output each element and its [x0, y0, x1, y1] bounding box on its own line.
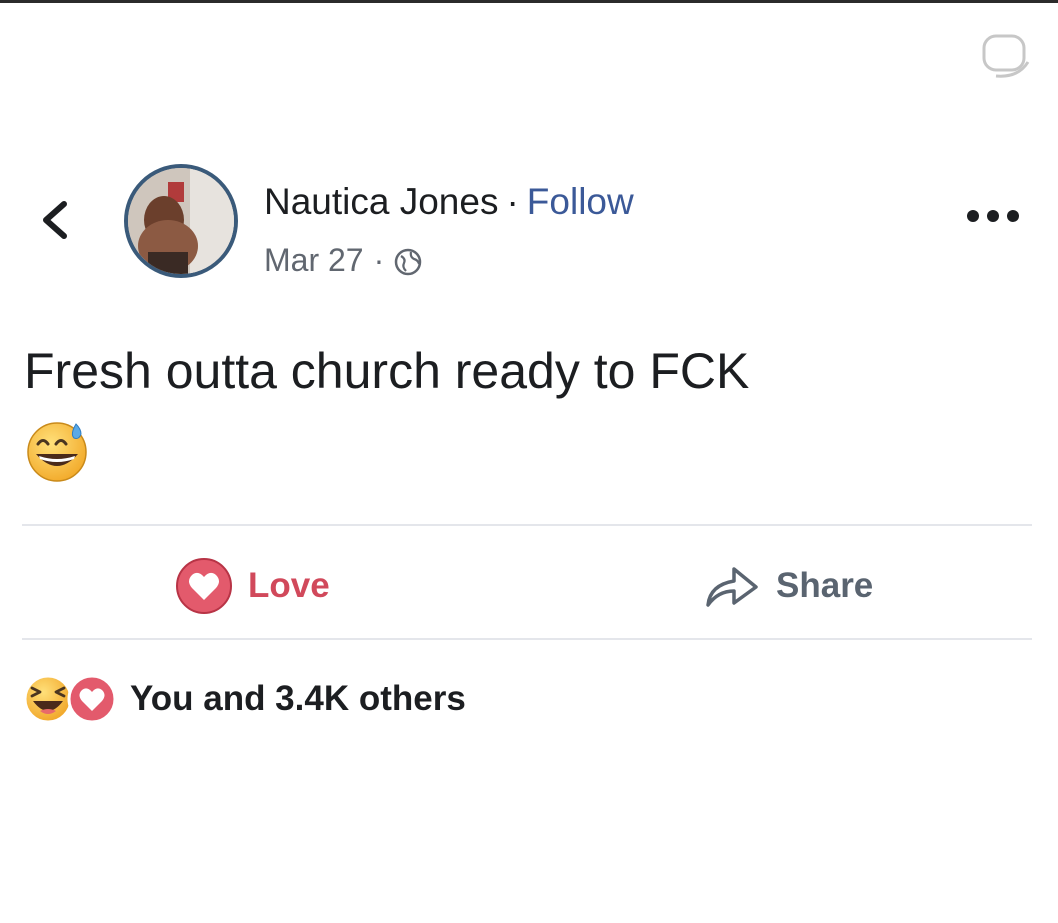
back-arrow-icon[interactable] [36, 196, 76, 244]
divider-top [22, 524, 1032, 526]
grinning-sweat-emoji [27, 422, 87, 482]
divider-bottom [22, 638, 1032, 640]
globe-icon [395, 248, 422, 276]
header-separator: · [506, 181, 519, 222]
share-label: Share [776, 566, 874, 605]
post-date[interactable]: Mar 27 [264, 238, 364, 282]
post-meta: Mar 27 · [264, 238, 423, 282]
reactions-count-text: You and 3.4K others [130, 679, 466, 718]
repost-badge-icon [982, 34, 1030, 78]
reactions-summary[interactable]: You and 3.4K others [22, 672, 466, 726]
love-button[interactable]: Love [174, 558, 330, 614]
follow-link[interactable]: Follow [527, 181, 634, 222]
avatar[interactable] [124, 164, 238, 278]
meta-separator: · [373, 242, 385, 278]
love-reaction-icon [67, 674, 117, 724]
more-options-icon[interactable] [964, 206, 1022, 226]
love-label: Love [248, 566, 330, 605]
post-text: Fresh outta church ready to FCK [24, 343, 750, 399]
avatar-photo [128, 168, 234, 274]
share-button[interactable]: Share [702, 558, 873, 614]
post-header: Nautica Jones · Follow [264, 180, 634, 224]
share-arrow-icon [706, 567, 758, 607]
love-reaction-icon [176, 558, 232, 614]
author-name[interactable]: Nautica Jones [264, 181, 498, 222]
top-edge [0, 0, 1058, 3]
